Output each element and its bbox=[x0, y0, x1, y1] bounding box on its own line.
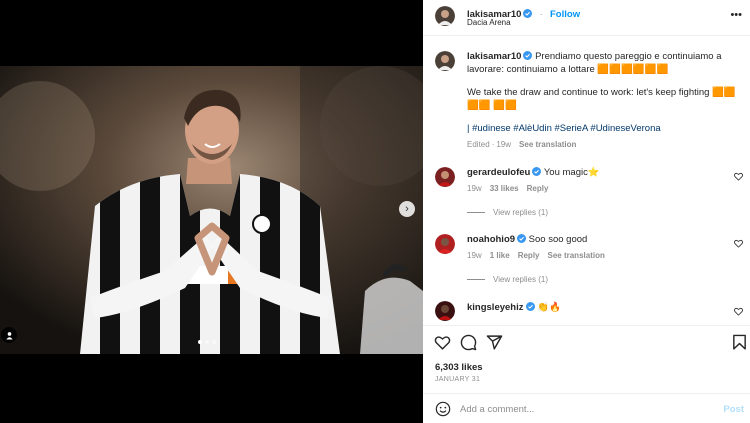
see-translation-link[interactable]: See translation bbox=[548, 251, 605, 260]
post-actions: 6,303 likes JANUARY 31 bbox=[423, 325, 750, 393]
comment-text: You magic⭐ bbox=[543, 167, 600, 178]
reply-button[interactable]: Reply bbox=[527, 184, 549, 193]
comment-icon[interactable] bbox=[460, 334, 477, 351]
commenter-avatar[interactable] bbox=[435, 234, 455, 254]
post-photo[interactable] bbox=[0, 66, 423, 354]
comment-time[interactable]: 19w bbox=[467, 184, 482, 193]
share-icon[interactable] bbox=[486, 334, 503, 351]
carousel-dot bbox=[205, 340, 209, 344]
comment-meta: 19w 33 likes Reply bbox=[467, 184, 556, 193]
verified-badge-icon bbox=[525, 302, 535, 311]
caption-time[interactable]: 19w bbox=[496, 140, 511, 149]
tagged-users-button[interactable] bbox=[1, 327, 17, 343]
comment-text: Soo soo good bbox=[528, 234, 588, 245]
heart-icon[interactable] bbox=[734, 307, 743, 316]
comment-username[interactable]: kingsleyehiz bbox=[467, 302, 524, 313]
bookmark-icon[interactable] bbox=[731, 334, 748, 351]
comment-likes[interactable]: 1 like bbox=[490, 251, 510, 260]
comment-text: 👏🔥 bbox=[537, 302, 561, 313]
verified-badge-icon bbox=[517, 234, 527, 243]
comments-scroll[interactable]: lakisamar10 Prendiamo questo pareggio e … bbox=[423, 37, 750, 325]
comment-item: noahohio9 Soo soo good bbox=[467, 234, 727, 247]
reply-button[interactable]: Reply bbox=[518, 251, 540, 260]
caption-hashtags: | #udinese #AlèUdin #SerieA #UdineseVero… bbox=[467, 123, 661, 134]
post-date: JANUARY 31 bbox=[435, 376, 481, 383]
view-replies-button[interactable]: View replies (1) bbox=[467, 208, 548, 217]
post-details-panel: lakisamar10 · Follow Dacia Arena ••• lak… bbox=[423, 0, 750, 423]
commenter-avatar[interactable] bbox=[435, 167, 455, 187]
caption-meta: Edited · 19w See translation bbox=[467, 140, 577, 149]
view-replies-button[interactable]: View replies (1) bbox=[467, 275, 548, 284]
comment-meta: 19w 1 like Reply See translation bbox=[467, 251, 613, 260]
post-comment-button[interactable]: Post bbox=[723, 404, 744, 415]
follow-button[interactable]: Follow bbox=[550, 9, 580, 20]
comment-input[interactable] bbox=[460, 401, 710, 417]
comment-composer: Post bbox=[423, 393, 750, 423]
heart-icon[interactable] bbox=[734, 172, 743, 181]
commenter-avatar[interactable] bbox=[435, 301, 455, 321]
comment-item: gerardeulofeu You magic⭐ bbox=[467, 167, 727, 180]
post-location[interactable]: Dacia Arena bbox=[467, 18, 511, 27]
likes-count[interactable]: 6,303 likes bbox=[435, 362, 483, 373]
carousel-dot bbox=[198, 340, 202, 344]
see-translation-link[interactable]: See translation bbox=[519, 140, 576, 149]
comment-time[interactable]: 19w bbox=[467, 251, 482, 260]
caption-author-username[interactable]: lakisamar10 bbox=[467, 51, 521, 62]
verified-badge-icon bbox=[523, 9, 533, 18]
emoji-icon[interactable] bbox=[435, 401, 451, 417]
author-avatar[interactable] bbox=[435, 6, 455, 26]
hashtag-links[interactable]: #udinese #AlèUdin #SerieA #UdineseVerona bbox=[472, 123, 661, 134]
post-header: lakisamar10 · Follow Dacia Arena ••• bbox=[423, 0, 750, 36]
instagram-post-modal: › lakisamar10 · Follow Dacia Arena ••• l… bbox=[0, 0, 750, 423]
comment-username[interactable]: noahohio9 bbox=[467, 234, 515, 245]
player-photo bbox=[0, 66, 423, 354]
chevron-right-icon: › bbox=[405, 202, 409, 215]
post-caption: lakisamar10 Prendiamo questo pareggio e … bbox=[467, 51, 739, 76]
like-heart-icon[interactable] bbox=[434, 334, 451, 351]
carousel-dot bbox=[212, 340, 216, 344]
verified-badge-icon bbox=[523, 51, 533, 60]
comment-likes[interactable]: 33 likes bbox=[490, 184, 519, 193]
carousel-indicator bbox=[198, 340, 216, 344]
carousel-next-button[interactable]: › bbox=[399, 201, 415, 217]
verified-badge-icon bbox=[532, 167, 542, 176]
caption-author-avatar[interactable] bbox=[435, 51, 455, 71]
caption-english: We take the draw and continue to work: l… bbox=[467, 87, 736, 111]
post-media: › bbox=[0, 0, 423, 423]
comment-item: kingsleyehiz 👏🔥 bbox=[467, 302, 727, 315]
heart-icon[interactable] bbox=[734, 239, 743, 248]
person-icon bbox=[5, 331, 13, 340]
comment-username[interactable]: gerardeulofeu bbox=[467, 167, 530, 178]
more-options-icon[interactable]: ••• bbox=[730, 10, 742, 21]
